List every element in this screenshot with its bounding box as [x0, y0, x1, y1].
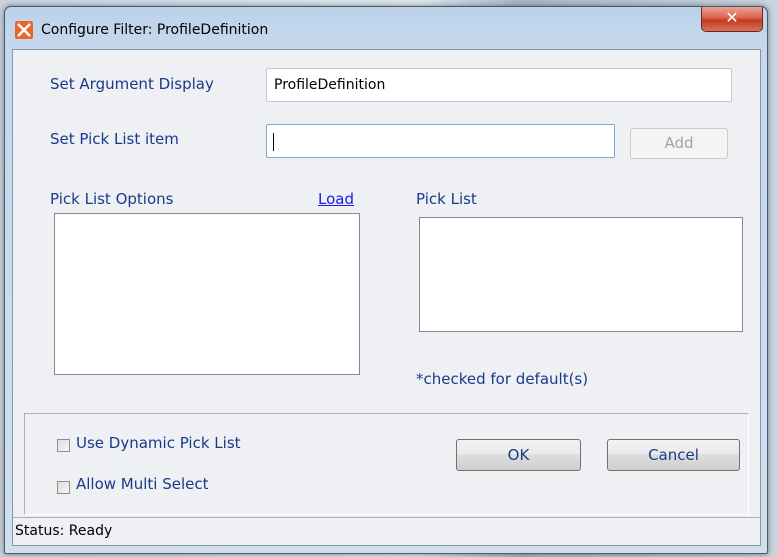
multi-select-label[interactable]: Allow Multi Select — [76, 475, 209, 493]
pick-list-list[interactable] — [419, 217, 743, 332]
window-title: Configure Filter: ProfileDefinition — [41, 22, 269, 38]
add-button-label: Add — [664, 134, 694, 152]
cancel-button-label: Cancel — [648, 446, 699, 464]
multi-select-checkbox[interactable] — [57, 481, 70, 494]
default-note: *checked for default(s) — [416, 370, 589, 388]
title-bar[interactable]: Configure Filter: ProfileDefinition ✕ — [5, 7, 767, 47]
argument-display-field[interactable]: ProfileDefinition — [266, 68, 732, 102]
argument-display-label: Set Argument Display — [50, 75, 214, 93]
pick-list-item-label: Set Pick List item — [50, 130, 179, 148]
ok-button[interactable]: OK — [456, 439, 581, 471]
cancel-button[interactable]: Cancel — [607, 439, 740, 471]
ok-button-label: OK — [507, 446, 530, 464]
status-text: Status: Ready — [15, 523, 113, 539]
pick-list-label: Pick List — [416, 190, 477, 208]
dynamic-pick-list-label[interactable]: Use Dynamic Pick List — [76, 434, 241, 452]
pick-list-item-field[interactable] — [266, 124, 615, 158]
options-panel: Use Dynamic Pick List Allow Multi Select… — [24, 413, 749, 515]
text-caret — [273, 133, 274, 151]
close-button[interactable]: ✕ — [701, 7, 763, 32]
app-logo-icon — [15, 21, 33, 39]
status-bar: Status: Ready — [13, 517, 760, 545]
add-button[interactable]: Add — [630, 128, 728, 159]
argument-display-value: ProfileDefinition — [274, 77, 386, 93]
configure-filter-dialog: Configure Filter: ProfileDefinition ✕ Se… — [4, 6, 768, 554]
dialog-body: Set Argument Display ProfileDefinition S… — [12, 49, 761, 546]
load-link[interactable]: Load — [318, 190, 354, 208]
close-icon: ✕ — [725, 8, 739, 27]
pick-list-options-label: Pick List Options — [50, 190, 174, 208]
pick-list-options-list[interactable] — [54, 213, 360, 375]
dynamic-pick-list-checkbox[interactable] — [57, 439, 70, 452]
